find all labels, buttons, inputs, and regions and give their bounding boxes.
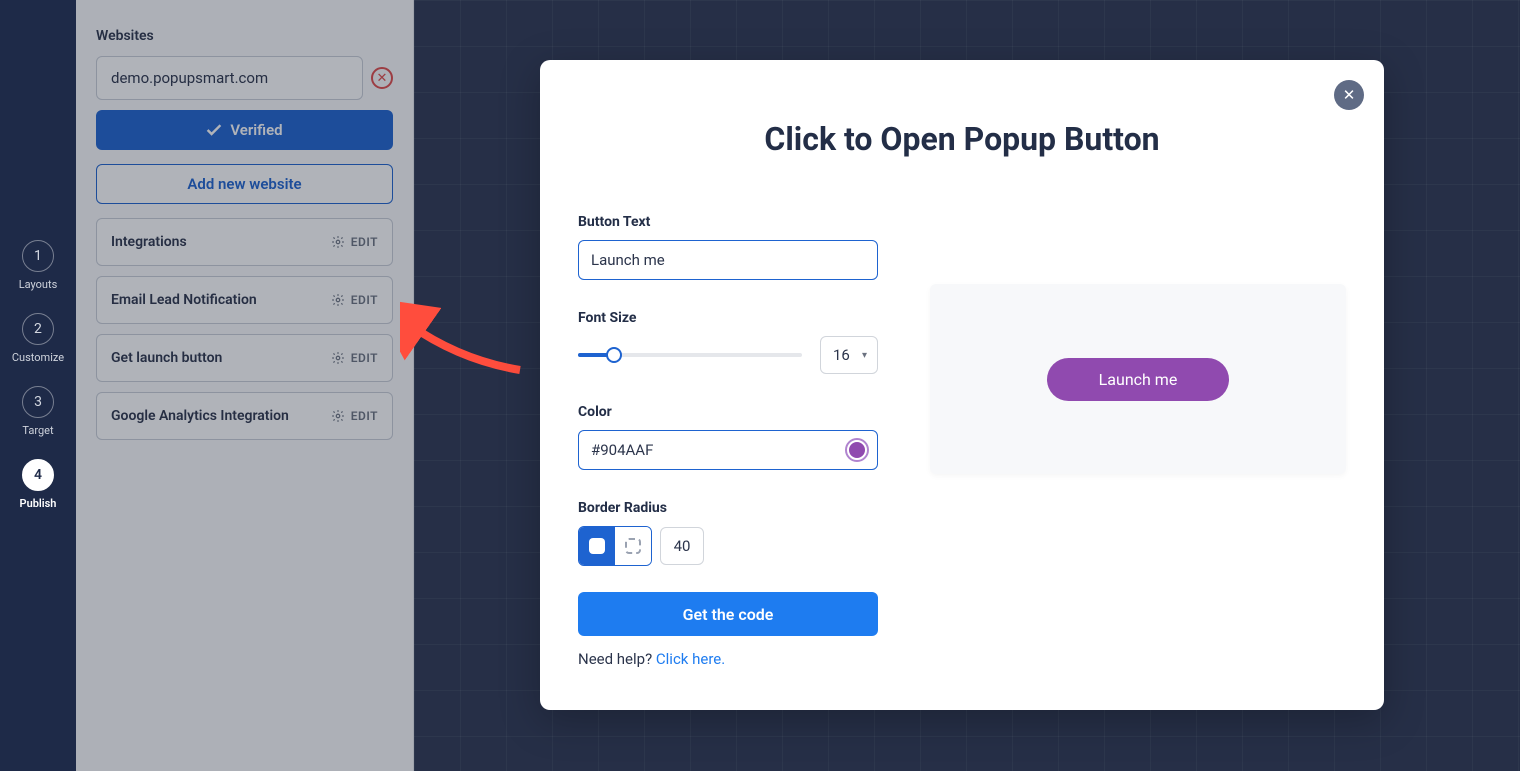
option-title: Integrations bbox=[111, 234, 187, 250]
modal-title: Click to Open Popup Button bbox=[578, 120, 1346, 158]
color-value: #904AAF bbox=[591, 441, 653, 459]
option-edit: EDIT bbox=[331, 351, 378, 365]
slider-thumb[interactable] bbox=[606, 347, 622, 363]
help-row: Need help? Click here. bbox=[578, 650, 878, 668]
nav-step-target[interactable]: 3 Target bbox=[22, 386, 54, 437]
rounded-square-icon bbox=[589, 538, 605, 554]
close-icon: ✕ bbox=[1343, 86, 1356, 104]
font-size-value: 16 bbox=[833, 346, 850, 364]
modal-form: Button Text Font Size 16 ▾ Color #904AAF bbox=[578, 214, 878, 668]
option-google-analytics[interactable]: Google Analytics Integration EDIT bbox=[96, 392, 393, 440]
launch-button-modal: ✕ Click to Open Popup Button Button Text… bbox=[540, 60, 1384, 710]
nav-step-label: Target bbox=[22, 424, 53, 437]
option-edit: EDIT bbox=[331, 235, 378, 249]
websites-heading: Websites bbox=[96, 28, 393, 44]
nav-step-customize[interactable]: 2 Customize bbox=[12, 313, 64, 364]
radius-option-square[interactable] bbox=[615, 527, 651, 565]
nav-step-number: 3 bbox=[22, 386, 54, 418]
border-radius-input[interactable] bbox=[660, 527, 704, 565]
modal-preview: Launch me bbox=[930, 214, 1346, 668]
publish-sidebar: Websites ✕ Verified Add new website Inte… bbox=[76, 0, 414, 771]
nav-step-layouts[interactable]: 1 Layouts bbox=[19, 240, 58, 291]
gear-icon bbox=[331, 409, 345, 423]
get-code-button[interactable]: Get the code bbox=[578, 592, 878, 636]
color-swatch[interactable] bbox=[845, 438, 869, 462]
radius-option-rounded[interactable] bbox=[579, 527, 615, 565]
nav-step-number: 4 bbox=[22, 459, 54, 491]
option-title: Google Analytics Integration bbox=[111, 408, 289, 424]
preview-card: Launch me bbox=[930, 284, 1346, 474]
nav-step-number: 2 bbox=[22, 313, 54, 345]
color-swatch-inner bbox=[849, 442, 865, 458]
option-integrations[interactable]: Integrations EDIT bbox=[96, 218, 393, 266]
website-input[interactable] bbox=[96, 56, 363, 100]
option-edit: EDIT bbox=[331, 293, 378, 307]
option-launch-button[interactable]: Get launch button EDIT bbox=[96, 334, 393, 382]
preview-launch-label: Launch me bbox=[1099, 370, 1178, 389]
gear-icon bbox=[331, 235, 345, 249]
border-radius-segment bbox=[578, 526, 652, 566]
color-label: Color bbox=[578, 404, 878, 420]
option-title: Email Lead Notification bbox=[111, 292, 257, 308]
modal-close-button[interactable]: ✕ bbox=[1334, 80, 1364, 110]
preview-launch-button[interactable]: Launch me bbox=[1047, 358, 1230, 401]
button-text-label: Button Text bbox=[578, 214, 878, 230]
close-icon: ✕ bbox=[377, 72, 388, 85]
nav-step-number: 1 bbox=[22, 240, 54, 272]
chevron-down-icon: ▾ bbox=[862, 350, 867, 361]
gear-icon bbox=[331, 351, 345, 365]
add-website-button[interactable]: Add new website bbox=[96, 164, 393, 204]
nav-step-publish[interactable]: 4 Publish bbox=[20, 459, 57, 510]
font-size-select[interactable]: 16 ▾ bbox=[820, 336, 878, 374]
get-code-label: Get the code bbox=[683, 605, 774, 624]
nav-rail: 1 Layouts 2 Customize 3 Target 4 Publish bbox=[0, 0, 76, 771]
remove-website-button[interactable]: ✕ bbox=[371, 67, 393, 89]
check-icon bbox=[206, 124, 222, 136]
border-radius-label: Border Radius bbox=[578, 500, 878, 516]
option-email-lead[interactable]: Email Lead Notification EDIT bbox=[96, 276, 393, 324]
option-edit: EDIT bbox=[331, 409, 378, 423]
nav-step-label: Layouts bbox=[19, 278, 58, 291]
verified-button[interactable]: Verified bbox=[96, 110, 393, 150]
gear-icon bbox=[331, 293, 345, 307]
verified-label: Verified bbox=[230, 121, 282, 139]
option-title: Get launch button bbox=[111, 350, 222, 366]
dashed-square-icon bbox=[625, 538, 641, 554]
help-link[interactable]: Click here. bbox=[656, 650, 725, 668]
button-text-input[interactable] bbox=[578, 240, 878, 280]
help-text: Need help? bbox=[578, 650, 656, 668]
font-size-label: Font Size bbox=[578, 310, 878, 326]
font-size-slider[interactable] bbox=[578, 345, 802, 365]
color-input[interactable]: #904AAF bbox=[578, 430, 878, 470]
nav-step-label: Customize bbox=[12, 351, 64, 364]
website-row: ✕ bbox=[96, 56, 393, 100]
add-website-label: Add new website bbox=[187, 175, 301, 193]
nav-step-label: Publish bbox=[20, 497, 57, 510]
